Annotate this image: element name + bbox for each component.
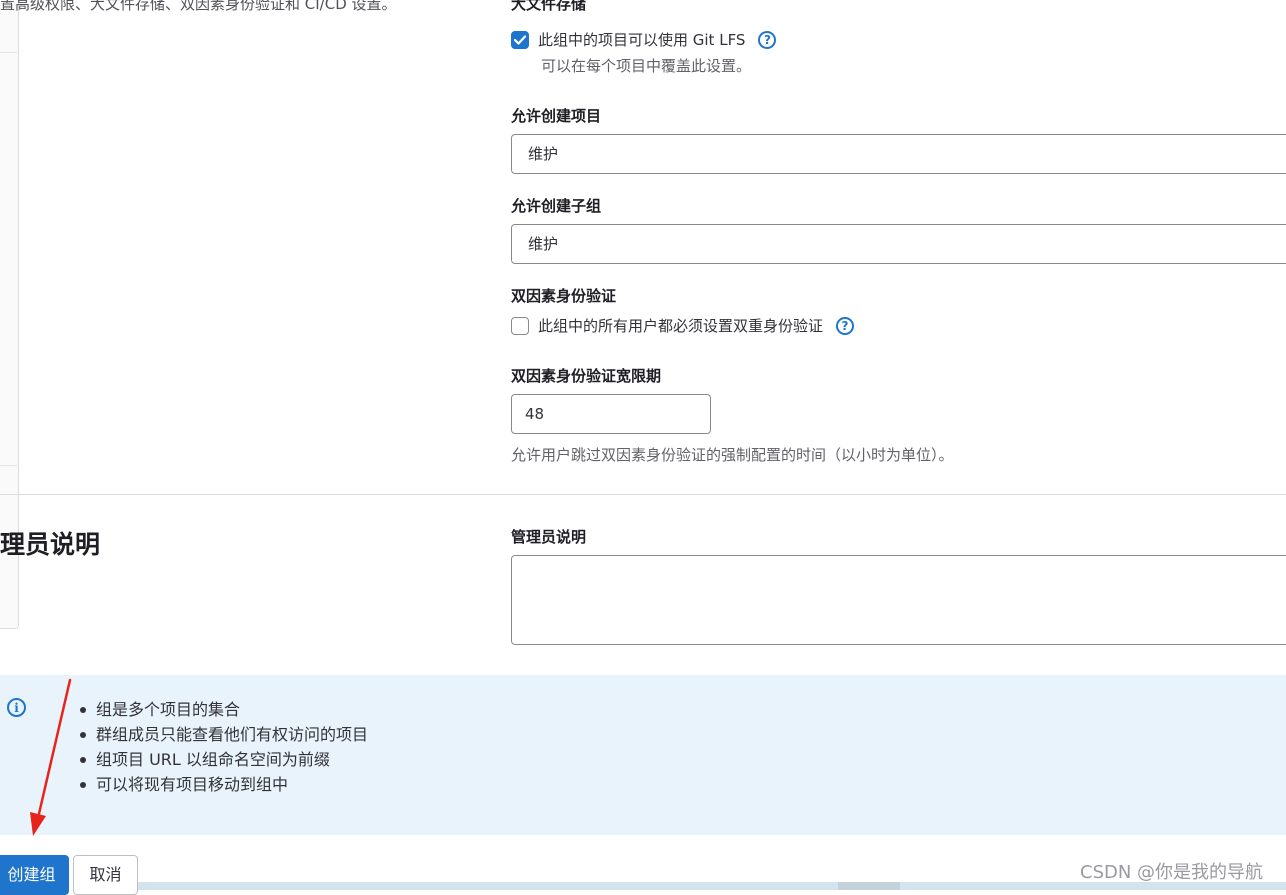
- annotation-arrow-icon: [30, 678, 72, 836]
